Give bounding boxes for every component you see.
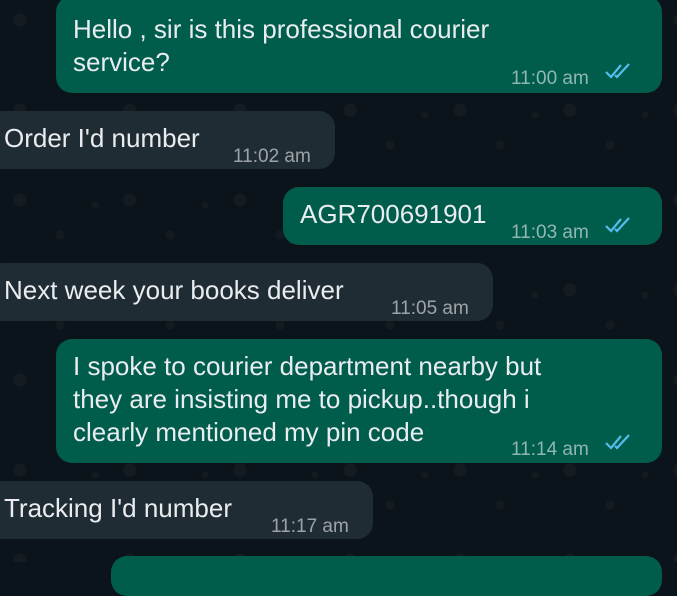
- message-time: 11:00 am: [511, 68, 589, 89]
- message-text: AGR700691901: [300, 199, 487, 229]
- message-text: Next week your books deliver: [4, 275, 344, 305]
- message-text: Tracking I'd number: [4, 493, 232, 523]
- read-receipt-icon: [605, 62, 633, 80]
- message-time: 11:17 am: [271, 516, 349, 537]
- read-receipt-icon: [605, 433, 633, 451]
- message-time: 11:05 am: [391, 298, 469, 319]
- message-text: Hello , sir is this professional courier…: [73, 14, 490, 77]
- read-receipt-icon: [605, 216, 633, 234]
- message-time: 11:14 am: [511, 439, 589, 460]
- outgoing-message[interactable]: AGR700691901 11:03 am: [283, 187, 662, 245]
- outgoing-message[interactable]: I spoke to courier department nearby but…: [56, 339, 662, 463]
- message-time: 11:03 am: [511, 222, 589, 243]
- incoming-message[interactable]: Order I'd number 11:02 am: [0, 111, 335, 169]
- incoming-message[interactable]: Tracking I'd number 11:17 am: [0, 481, 373, 539]
- message-text: Order I'd number: [4, 123, 200, 153]
- message-text: I spoke to courier department nearby but…: [73, 351, 542, 447]
- chat-thread[interactable]: Hello , sir is this professional courier…: [0, 0, 677, 596]
- incoming-message[interactable]: Next week your books deliver 11:05 am: [0, 263, 493, 321]
- outgoing-message[interactable]: [111, 556, 662, 596]
- message-time: 11:02 am: [233, 146, 311, 167]
- outgoing-message[interactable]: Hello , sir is this professional courier…: [56, 0, 662, 93]
